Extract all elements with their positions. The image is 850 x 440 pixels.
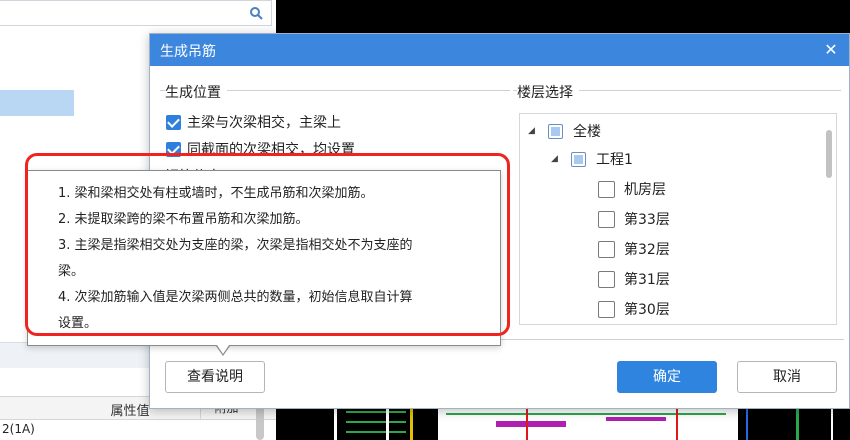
tree-node-floor[interactable]: 第30层 [598,297,670,321]
checkbox-partial-icon[interactable] [548,123,563,139]
cad-drawing-fragment [276,407,850,440]
tree-node-whole-building[interactable]: ◢ 全楼 [528,119,601,143]
tree-node-floor[interactable]: 第31层 [598,267,670,291]
position-section-title: 生成位置 [165,82,227,102]
tooltip-line: 2. 未提取梁跨的梁不布置吊筋和次梁加筋。 [58,212,309,227]
tree-expand-icon[interactable]: ◢ [551,154,561,164]
tree-node-label: 第33层 [624,212,670,228]
option-main-beam[interactable]: 主梁与次梁相交，主梁上 [166,112,341,132]
tree-node-label: 机房层 [624,182,666,198]
tree-node-label: 第32层 [624,242,670,258]
property-cell[interactable]: 2(1A) [0,422,35,436]
checkbox-checked-icon[interactable] [166,114,181,130]
option-label: 主梁与次梁相交，主梁上 [187,115,341,131]
tree-expand-icon[interactable]: ◢ [528,126,538,136]
ok-button[interactable]: 确定 [617,361,717,393]
checkbox-checked-icon[interactable] [166,141,181,157]
tree-node-label: 全楼 [573,124,601,140]
cancel-button[interactable]: 取消 [737,361,837,393]
checkbox-partial-icon[interactable] [571,151,586,167]
option-same-section[interactable]: 同截面的次梁相交，均设置 [166,139,355,159]
option-label: 同截面的次梁相交，均设置 [187,142,355,158]
view-help-button[interactable]: 查看说明 [165,361,265,393]
search-icon[interactable] [249,6,263,20]
tooltip-line: 设置。 [58,316,98,331]
tree-node-floor[interactable]: 第33层 [598,207,670,231]
tooltip-line: 梁。 [58,264,85,279]
floor-section-title: 楼层选择 [517,82,579,102]
tooltip-line: 4. 次梁加筋输入值是次梁两侧总共的数量，初始信息取自计算 [58,290,413,305]
checkbox-unchecked-icon[interactable] [598,240,615,258]
dialog-title: 生成吊筋 [160,44,216,60]
tree-node-label: 第31层 [624,272,670,288]
tree-scrollbar[interactable] [826,130,832,178]
selected-tree-row[interactable] [0,90,74,116]
tree-node-floor[interactable]: 第32层 [598,237,670,261]
checkbox-unchecked-icon[interactable] [598,210,615,228]
tree-node-label: 第30层 [624,302,670,318]
floor-tree[interactable]: ◢ 全楼 ◢ 工程1 机房层 第33层 第32层 第31层 第30层 [519,113,837,325]
help-tooltip: 1. 梁和梁相交处有柱或墙时，不生成吊筋和次梁加筋。 2. 未提取梁跨的梁不布置… [27,170,501,346]
close-icon[interactable]: ✕ [821,40,841,60]
checkbox-unchecked-icon[interactable] [598,300,615,318]
tooltip-pointer-fill [217,345,229,354]
tooltip-line: 1. 梁和梁相交处有柱或墙时，不生成吊筋和次梁加筋。 [58,186,374,201]
checkbox-unchecked-icon[interactable] [598,270,615,288]
dialog-titlebar[interactable]: 生成吊筋 ✕ [150,34,849,66]
tree-node-project[interactable]: ◢ 工程1 [551,147,633,171]
checkbox-unchecked-icon[interactable] [598,180,615,198]
search-box[interactable] [0,0,272,26]
tree-node-label: 工程1 [596,152,633,168]
tooltip-line: 3. 主梁是指梁相交处为支座的梁，次梁是指相交处不为支座的 [58,238,413,253]
tree-node-floor[interactable]: 机房层 [598,177,666,201]
